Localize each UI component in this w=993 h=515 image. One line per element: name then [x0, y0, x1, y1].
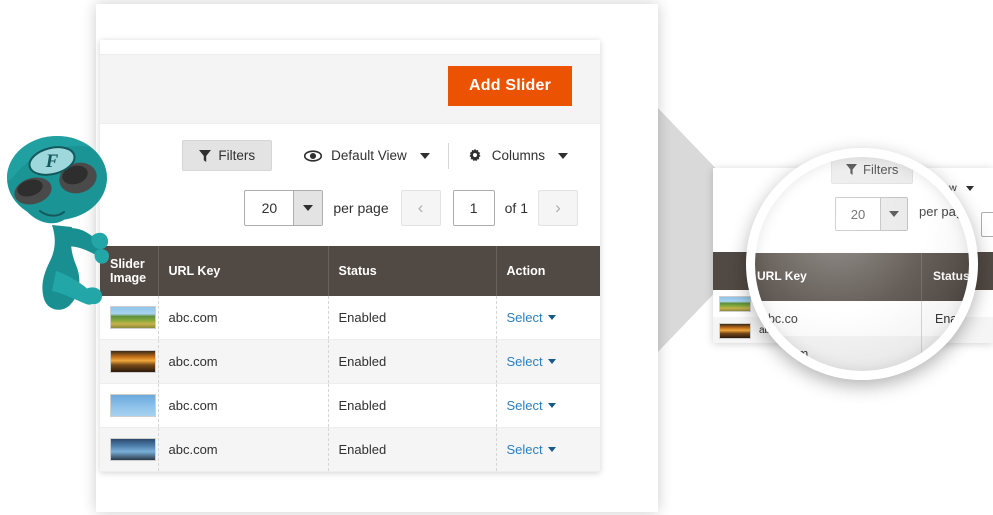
cell-url-key: abc.com — [158, 339, 329, 384]
per-page-dropdown-arrow[interactable] — [293, 191, 323, 225]
select-action-link[interactable]: Select — [507, 310, 556, 325]
cell-url-key: abc.com — [158, 427, 329, 472]
column-header-action: Action — [496, 246, 600, 296]
per-page-select[interactable]: 20 — [244, 190, 324, 226]
select-action-link[interactable]: Select — [507, 442, 556, 457]
chevron-down-icon — [558, 152, 568, 159]
eye-icon — [304, 149, 323, 162]
cell-status: Enabled — [328, 296, 497, 340]
cell-status: Enabled — [328, 427, 497, 472]
table-body: abc.com Enabled Select abc.com Enabled S… — [100, 296, 600, 472]
add-slider-button[interactable]: Add Slider — [447, 66, 572, 106]
table-row[interactable]: abc.com Enabled Select — [100, 296, 600, 340]
filters-label: Filters — [218, 148, 256, 163]
table-row[interactable]: abc.com Enabled Select — [100, 383, 600, 428]
table-head: Slider Image URL Key Status Action — [100, 246, 600, 296]
previous-page-button[interactable]: ‹ — [400, 190, 441, 226]
select-label: Select — [506, 442, 543, 457]
select-action-link[interactable]: Select — [507, 354, 556, 369]
cell-url-key: abc.com — [158, 383, 329, 428]
default-view-label: Default View — [331, 148, 407, 163]
cell-action: Select — [496, 339, 600, 384]
alien-mascot: F — [7, 136, 109, 310]
page-header-bar: Add Slider — [100, 54, 600, 124]
cell-status: Enabled — [328, 383, 497, 428]
table-row[interactable]: abc.com Enabled Select — [100, 427, 600, 472]
select-label: Select — [506, 310, 543, 325]
chevron-down-icon — [547, 359, 556, 364]
columns-label: Columns — [491, 148, 545, 163]
column-header-url-key: URL Key — [158, 246, 329, 296]
per-page-label: per page — [333, 200, 389, 216]
chevron-down-icon — [547, 447, 556, 452]
magnifier: Filters Default View 20 per page ‹ — [746, 148, 978, 380]
magnified-view-control[interactable]: Default View — [948, 159, 969, 174]
default-view-control[interactable]: Default View — [288, 148, 446, 163]
per-page-value: 20 — [261, 200, 278, 216]
toolbar-divider — [447, 142, 449, 169]
sunset-field-thumbnail — [110, 350, 156, 373]
chevron-down-icon — [303, 205, 314, 211]
grid-pager: 20 per page ‹ 1 of 1 › — [100, 190, 600, 236]
background-page-input[interactable] — [981, 212, 993, 237]
slider-table: Slider Image URL Key Status Action abc.c… — [100, 246, 600, 472]
cell-status: Enabled — [328, 339, 497, 384]
chevron-down-icon — [547, 403, 556, 408]
mascot-logo-glyph: F — [45, 151, 59, 172]
gear-icon — [469, 148, 481, 161]
table-row[interactable]: abc.com Enabled Select — [100, 339, 600, 384]
eye-icon — [948, 161, 963, 172]
cell-thumbnail — [100, 383, 159, 428]
cell-url-key: abc.com — [158, 296, 329, 340]
funnel-icon — [199, 149, 212, 162]
table-header-row: Slider Image URL Key Status Action — [100, 246, 600, 296]
cell-action: Select — [496, 296, 600, 340]
cell-thumbnail — [100, 427, 159, 472]
columns-control[interactable]: Columns — [451, 148, 578, 164]
chevron-down-icon — [547, 315, 556, 320]
slider-grid-card: Add Slider Filters Default View Columns … — [100, 40, 600, 472]
filters-button[interactable]: Filters — [182, 140, 273, 171]
page-total-label: of 1 — [504, 200, 528, 216]
birds-flight-thumbnail — [110, 438, 156, 461]
screenshot-stage: Filters Default View 20 per page ‹ URL K… — [0, 0, 993, 515]
grid-toolbar: Filters Default View Columns — [100, 140, 600, 186]
chevron-down-icon — [419, 152, 430, 159]
select-label: Select — [506, 398, 543, 413]
cell-action: Select — [496, 383, 600, 428]
next-page-button[interactable]: › — [538, 190, 578, 226]
cell-action: Select — [496, 427, 600, 472]
magnifier-ring — [746, 148, 978, 380]
parachute-sky-thumbnail — [110, 394, 156, 417]
slider-grid: Slider Image URL Key Status Action abc.c… — [100, 246, 600, 472]
select-label: Select — [506, 354, 543, 369]
page-number-input[interactable]: 1 — [452, 190, 495, 226]
select-action-link[interactable]: Select — [507, 398, 556, 413]
column-header-status: Status — [328, 246, 497, 296]
cell-thumbnail — [100, 339, 159, 384]
